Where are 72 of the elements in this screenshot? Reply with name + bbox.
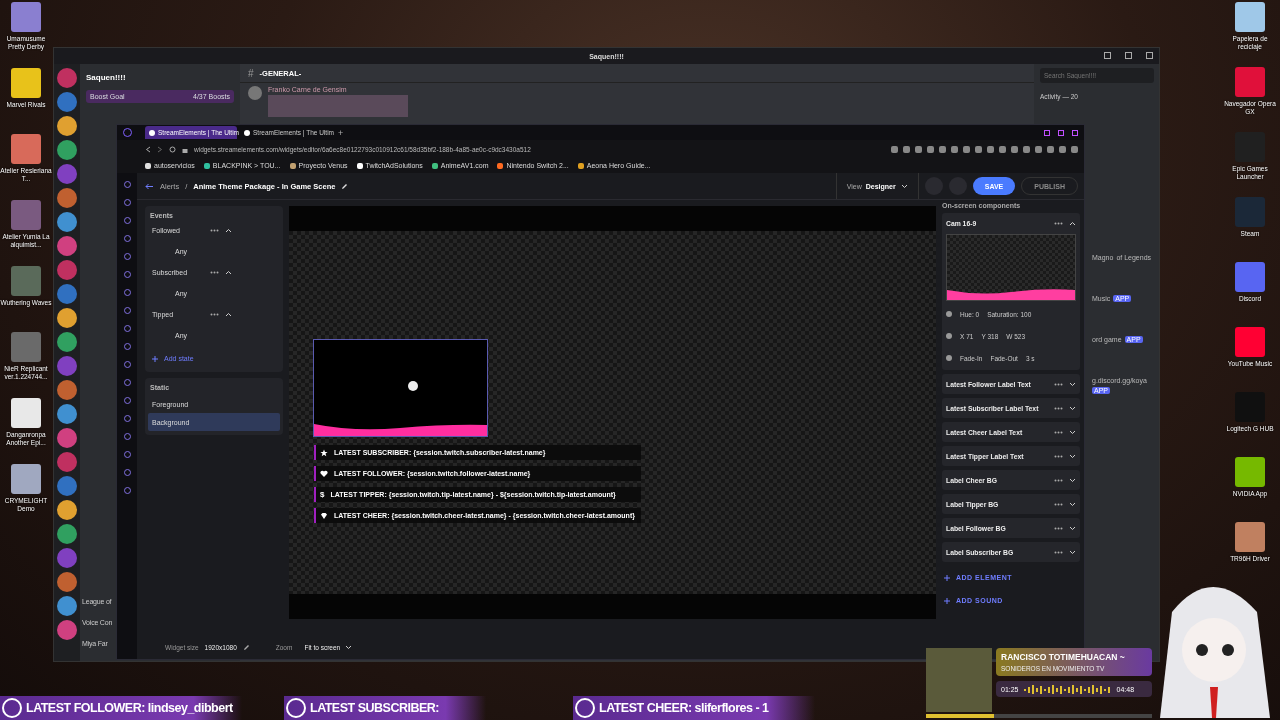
server-icon[interactable]	[57, 476, 77, 496]
server-icon[interactable]	[57, 428, 77, 448]
plus-icon	[944, 597, 950, 604]
photo-placeholder	[926, 648, 992, 712]
server-icon[interactable]	[57, 140, 77, 160]
more-icon[interactable]	[1054, 550, 1063, 554]
banner-text: LATEST CHEER: sliferflores - 1	[599, 701, 769, 715]
avatar	[248, 86, 262, 100]
expand-icon[interactable]	[1069, 501, 1076, 507]
server-icon[interactable]	[57, 188, 77, 208]
server-icon[interactable]	[57, 260, 77, 280]
server-icon[interactable]	[57, 116, 77, 136]
back-icon[interactable]	[145, 145, 151, 153]
collapse-icon[interactable]	[224, 227, 232, 233]
server-name[interactable]: Saquen!!!!	[86, 68, 234, 86]
collapse-icon[interactable]	[224, 269, 232, 275]
back-arrow-icon[interactable]	[145, 182, 154, 190]
server-icon[interactable]	[57, 212, 77, 232]
server-icon[interactable]	[57, 524, 77, 544]
expand-icon[interactable]	[1069, 549, 1076, 555]
server-icon[interactable]	[57, 404, 77, 424]
more-icon[interactable]	[1054, 526, 1063, 530]
server-icon[interactable]	[57, 572, 77, 592]
server-icon[interactable]	[57, 596, 77, 616]
more-icon[interactable]	[1054, 478, 1063, 482]
caret-icon[interactable]	[900, 183, 908, 189]
server-icon[interactable]	[57, 92, 77, 112]
more-icon[interactable]	[1054, 382, 1063, 386]
channel-hash: #	[248, 67, 254, 79]
star-icon	[320, 448, 328, 457]
pencil-icon[interactable]	[242, 643, 250, 651]
plus-icon	[944, 574, 950, 581]
badge-icon	[575, 698, 595, 718]
collapse-icon[interactable]	[224, 311, 232, 317]
server-icon[interactable]	[57, 68, 77, 88]
server-icon[interactable]	[57, 500, 77, 520]
badge-icon	[286, 698, 306, 718]
more-icon[interactable]	[1054, 406, 1063, 410]
server-icon[interactable]	[57, 236, 77, 256]
server-icon[interactable]	[57, 284, 77, 304]
expand-icon[interactable]	[1069, 405, 1076, 411]
gem-icon	[320, 511, 328, 520]
pencil-icon[interactable]	[341, 182, 349, 190]
banner-text: LATEST SUBSCRIBER:	[310, 701, 439, 715]
more-icon[interactable]	[1054, 454, 1063, 458]
badge-icon	[2, 698, 22, 718]
expand-icon[interactable]	[1069, 429, 1076, 435]
server-icon[interactable]	[57, 452, 77, 472]
more-icon[interactable]	[209, 312, 219, 316]
more-icon[interactable]	[1054, 221, 1063, 225]
more-icon[interactable]	[209, 228, 219, 232]
song-title: RANCISCO TOTIMEHUACAN ~	[1001, 652, 1126, 662]
more-icon[interactable]	[209, 270, 219, 274]
server-icon[interactable]	[57, 308, 77, 328]
reload-icon[interactable]	[169, 145, 176, 153]
server-icon[interactable]	[57, 380, 77, 400]
expand-icon[interactable]	[1069, 381, 1076, 387]
caret-icon[interactable]	[345, 644, 353, 650]
expand-icon[interactable]	[1069, 525, 1076, 531]
plus-icon	[152, 355, 158, 362]
expand-icon[interactable]	[1069, 220, 1076, 226]
new-tab-button[interactable]: +	[335, 127, 347, 138]
expand-icon[interactable]	[1069, 453, 1076, 459]
expand-icon[interactable]	[1069, 477, 1076, 483]
cam-frame[interactable]	[313, 339, 488, 437]
forward-icon[interactable]	[157, 145, 163, 153]
server-icon[interactable]	[57, 332, 77, 352]
dollar-sign: $	[320, 490, 325, 499]
more-icon[interactable]	[1054, 430, 1063, 434]
more-icon[interactable]	[1054, 502, 1063, 506]
server-icon[interactable]	[57, 620, 77, 640]
heart-icon	[320, 469, 328, 478]
